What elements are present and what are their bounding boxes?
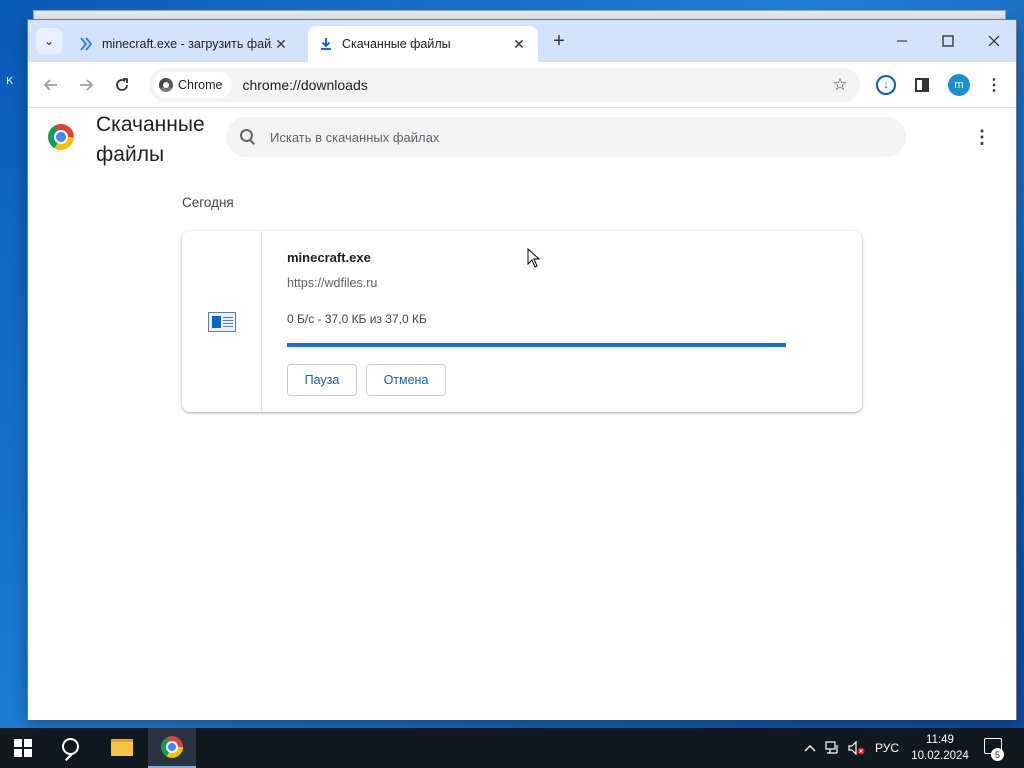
cancel-button[interactable]: Отмена <box>366 364 446 396</box>
download-circle-icon: ↓ <box>876 75 896 95</box>
maximize-icon <box>942 35 954 47</box>
reload-button[interactable] <box>108 71 136 99</box>
progress-fill <box>287 343 786 347</box>
downloads-button[interactable]: ↓ <box>872 71 900 99</box>
close-icon <box>988 35 1000 47</box>
close-icon[interactable]: ✕ <box>272 35 290 53</box>
side-panel-button[interactable] <box>908 71 936 99</box>
tab-title: minecraft.exe - загрузить файл <box>102 37 272 51</box>
pause-button[interactable]: Пауза <box>287 364 357 396</box>
file-name[interactable]: minecraft.exe <box>287 250 371 265</box>
downloads-search[interactable] <box>226 117 906 157</box>
notification-count-badge: 5 <box>991 748 1004 761</box>
chip-label: Chrome <box>178 78 223 92</box>
language-indicator[interactable]: РУС <box>870 728 904 768</box>
taskbar: РУС 11:49 10.02.2024 5 <box>0 728 1024 768</box>
search-icon[interactable] <box>58 736 84 762</box>
chrome-logo-icon <box>159 78 173 92</box>
browser-window: ⌄ minecraft.exe - загрузить файл ✕ Скача… <box>27 19 1017 720</box>
downloads-page: Скачанные файлы ⋮ Сегодня minecraft.exe … <box>28 109 1016 720</box>
avatar: m <box>948 74 970 96</box>
tab-title: Скачанные файлы <box>342 37 451 51</box>
windows-start-icon[interactable] <box>14 739 32 757</box>
forward-button[interactable] <box>72 71 100 99</box>
volume-muted-icon[interactable] <box>846 728 868 768</box>
taskbar-chrome-button[interactable] <box>148 728 196 768</box>
mouse-cursor-icon <box>527 248 541 268</box>
profile-button[interactable]: m <box>945 71 973 99</box>
page-title: Скачанные файлы <box>96 113 205 166</box>
back-button[interactable] <box>37 71 65 99</box>
chrome-logo-icon <box>48 124 74 150</box>
tab-minecraft-download[interactable]: minecraft.exe - загрузить файл ✕ <box>68 26 300 62</box>
desktop-icon-label: К <box>6 76 14 87</box>
executable-file-icon <box>207 311 236 332</box>
chrome-logo-icon <box>161 736 183 758</box>
search-icon <box>240 129 256 145</box>
file-explorer-icon[interactable] <box>111 739 133 756</box>
bookmark-star-icon[interactable]: ☆ <box>826 71 854 99</box>
search-input[interactable] <box>270 129 850 145</box>
chrome-chip[interactable]: Chrome <box>153 72 233 98</box>
close-window-button[interactable] <box>971 26 1017 56</box>
reload-icon <box>116 78 128 91</box>
download-icon <box>318 36 334 52</box>
more-vert-icon: ⋮ <box>973 126 991 147</box>
download-status: 0 Б/с - 37,0 КБ из 37,0 КБ <box>287 312 427 326</box>
new-tab-button[interactable]: + <box>548 30 570 52</box>
minimize-icon <box>897 40 907 42</box>
show-hidden-icons-button[interactable] <box>800 728 820 768</box>
browser-menu-button[interactable]: ⋮ <box>980 71 1008 99</box>
side-panel-icon <box>915 78 929 92</box>
arrow-right-icon <box>80 79 94 91</box>
download-progress-bar <box>287 343 786 347</box>
tab-strip: ⌄ minecraft.exe - загрузить файл ✕ Скача… <box>28 20 1016 62</box>
tab-search-button[interactable]: ⌄ <box>36 28 62 54</box>
date-section-label: Сегодня <box>182 195 234 210</box>
page-menu-button[interactable]: ⋮ <box>973 125 991 149</box>
system-clock[interactable]: 11:49 10.02.2024 <box>904 732 976 764</box>
arrow-left-icon <box>43 79 57 91</box>
file-source-url[interactable]: https://wdfiles.ru <box>287 276 377 290</box>
clock-time: 11:49 <box>926 734 954 746</box>
browser-toolbar: Chrome chrome://downloads ☆ ↓ m ⋮ <box>28 62 1016 108</box>
url-text[interactable]: chrome://downloads <box>242 77 826 93</box>
network-icon[interactable] <box>822 728 844 768</box>
minimize-button[interactable] <box>879 26 925 56</box>
close-icon[interactable]: ✕ <box>510 35 528 53</box>
more-vert-icon: ⋮ <box>986 77 1002 94</box>
download-item-card: minecraft.exe https://wdfiles.ru 0 Б/с -… <box>182 231 862 412</box>
tab-downloads[interactable]: Скачанные файлы ✕ <box>308 26 538 62</box>
chevrons-icon <box>78 36 94 52</box>
maximize-button[interactable] <box>925 26 971 56</box>
chevron-up-icon <box>804 745 816 752</box>
file-icon-column <box>182 231 262 412</box>
clock-date: 10.02.2024 <box>911 750 969 762</box>
chevron-down-icon: ⌄ <box>43 34 55 48</box>
address-bar[interactable]: Chrome chrome://downloads ☆ <box>149 68 860 102</box>
